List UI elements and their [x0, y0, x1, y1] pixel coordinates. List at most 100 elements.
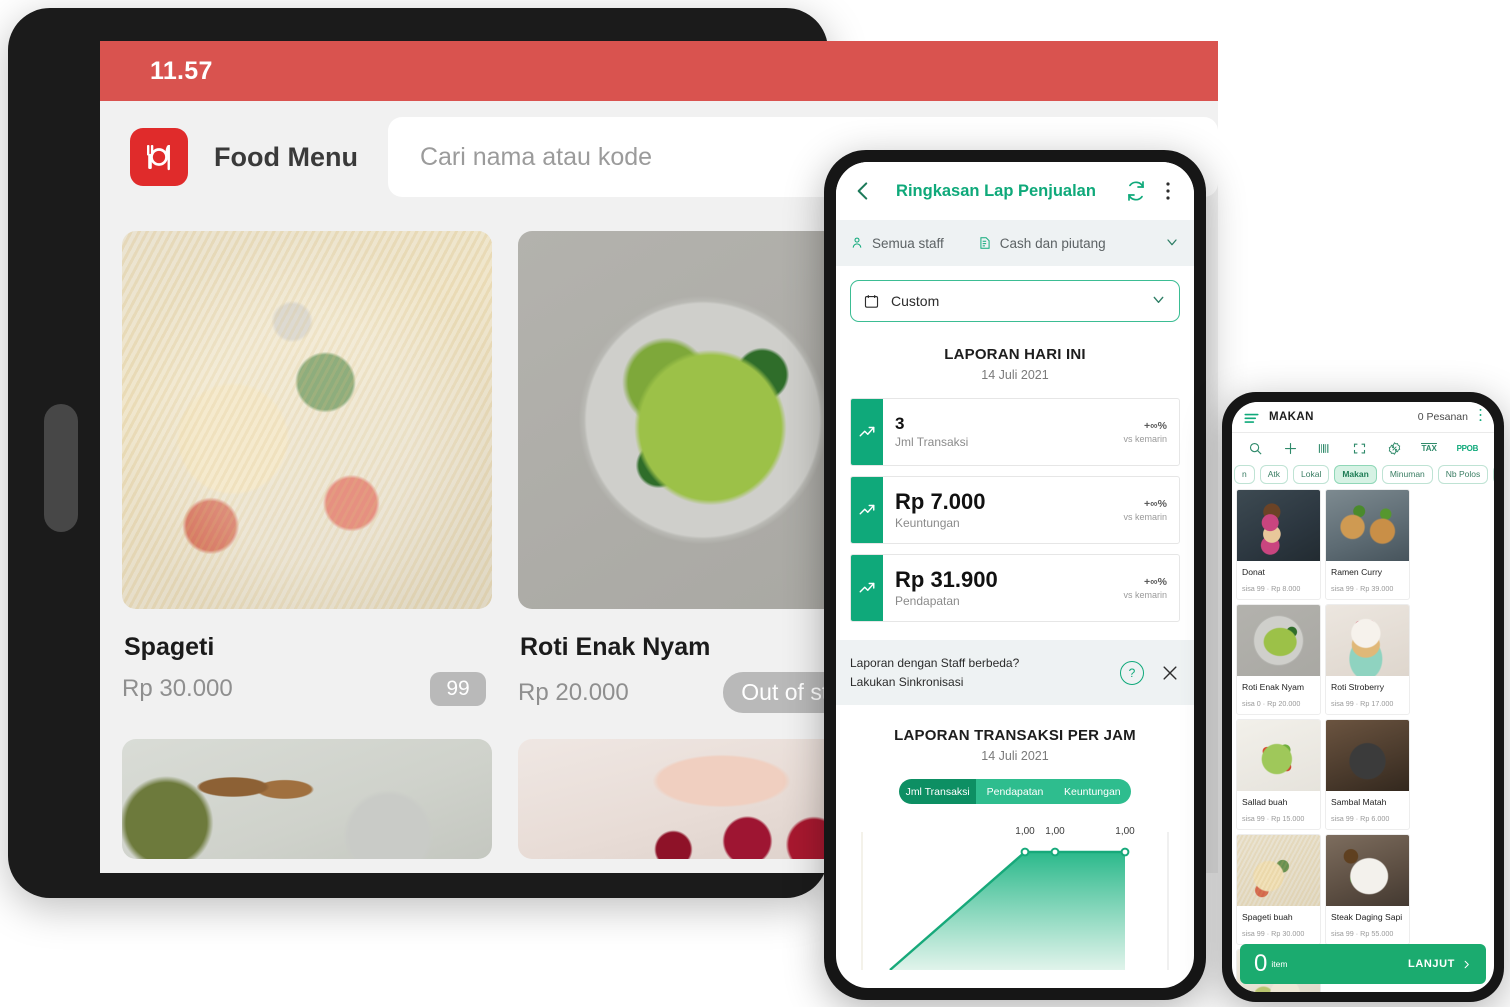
today-report-title: LAPORAN HARI INI: [944, 346, 1086, 363]
steak-photo: [1326, 835, 1409, 906]
search-placeholder: Cari nama atau kode: [419, 142, 653, 171]
tab-keuntungan[interactable]: Keuntungan: [1053, 779, 1131, 805]
product-price: Rp 8.000: [1271, 584, 1301, 593]
chart-svg: [861, 832, 1169, 971]
salad-photo: [1237, 720, 1320, 791]
status-time: 11.57: [150, 56, 213, 85]
kpi-value: 3: [895, 413, 905, 433]
category-chip[interactable]: Nb Polos: [1437, 464, 1489, 484]
kpi-label: Jml Transaksi: [895, 435, 969, 450]
continue-button[interactable]: LANJUT: [1408, 958, 1472, 970]
product-meta: sisa 99 · Rp 55.000: [1326, 922, 1409, 944]
chevron-down-icon[interactable]: [1150, 291, 1167, 311]
chart-point-label: 1,00: [1015, 826, 1035, 838]
product-stock: sisa 99 ·: [1242, 814, 1270, 823]
tab-jml-transaksi[interactable]: Jml Transaksi: [899, 779, 977, 805]
chart-point-label: 1,00: [1045, 826, 1065, 838]
trend-up-icon: [851, 477, 883, 543]
tablet-side-button[interactable]: [44, 404, 78, 532]
stock-badge: 99: [430, 672, 486, 706]
pos-product-card[interactable]: Spageti buah sisa 99 · Rp 30.000: [1236, 834, 1321, 945]
date-range-select[interactable]: Custom: [850, 280, 1180, 322]
kpi-card[interactable]: Rp 7.000 Keuntungan +∞% vs kemarin: [850, 476, 1180, 544]
trend-up-icon: [851, 399, 883, 465]
tablet-status-bar: 11.57: [100, 41, 1218, 101]
discount-icon[interactable]: [1387, 441, 1402, 456]
search-icon[interactable]: [1248, 441, 1263, 456]
kpi-card[interactable]: Rp 31.900 Pendapatan +∞% vs kemarin: [850, 554, 1180, 622]
report-filter-bar[interactable]: Semua staff Cash dan piutang: [836, 220, 1194, 266]
hamburger-menu-icon[interactable]: [1244, 411, 1259, 423]
product-name: Ramen Curry: [1331, 567, 1383, 577]
sambal-photo: [1326, 720, 1409, 791]
scan-icon[interactable]: [1352, 441, 1367, 456]
pos-product-card[interactable]: Roti Enak Nyam sisa 0 · Rp 20.000: [1236, 604, 1321, 715]
calendar-icon: [864, 294, 879, 308]
pos-product-card[interactable]: Donat sisa 99 · Rp 8.000: [1236, 489, 1321, 600]
chevron-left-icon[interactable]: [850, 178, 876, 204]
category-chip-makan[interactable]: Makan: [1334, 464, 1377, 484]
phone-center-screen: Ringkasan Lap Penjualan Semua staff Cash…: [836, 162, 1194, 988]
ppob-icon[interactable]: PPOB: [1457, 444, 1479, 453]
phone-right-device-frame: MAKAN 0 Pesanan TAX PPOB n Atk Lokal Mak…: [1222, 392, 1504, 1002]
pepper-mills-photo: [122, 739, 492, 859]
donut-photo: [1237, 490, 1320, 561]
cart-bottom-bar[interactable]: 0 item LANJUT: [1240, 944, 1486, 984]
tablet-product-card[interactable]: [122, 739, 492, 859]
product-stock: sisa 99 ·: [1331, 584, 1359, 593]
kpi-card[interactable]: 3 Jml Transaksi +∞% vs kemarin: [850, 398, 1180, 466]
product-price: Rp 20.000: [1267, 699, 1301, 708]
kebab-menu-icon[interactable]: [1156, 179, 1180, 203]
hourly-transactions-chart[interactable]: 1,00 1,00 1,00: [850, 820, 1180, 971]
chevron-right-icon: [1464, 960, 1469, 968]
chart-metric-tabs: Jml Transaksi Pendapatan Keuntungan: [899, 779, 1131, 805]
kpi-change: +∞%: [1144, 576, 1167, 588]
spaghetti-photo: [1237, 835, 1320, 906]
category-chip-row[interactable]: n Atk Lokal Makan Minuman Nb Polos Sepat…: [1232, 463, 1494, 485]
category-chip[interactable]: Atk: [1259, 464, 1289, 484]
product-meta: sisa 99 · Rp 30.000: [1237, 922, 1320, 944]
report-body: Custom LAPORAN HARI INI 14 Juli 2021 3 J…: [836, 266, 1194, 984]
tab-pendapatan[interactable]: Pendapatan: [976, 779, 1054, 805]
product-meta: sisa 99 · Rp 17.000: [1326, 692, 1409, 714]
product-stock: sisa 99 ·: [1331, 929, 1359, 938]
report-title: Ringkasan Lap Penjualan: [896, 181, 1096, 200]
refresh-icon[interactable]: [1124, 179, 1148, 203]
sync-notice-banner: Laporan dengan Staff berbeda? Lakukan Si…: [836, 640, 1194, 706]
pos-product-card[interactable]: Roti Stroberry sisa 99 · Rp 17.000: [1325, 604, 1410, 715]
tax-icon[interactable]: TAX: [1421, 443, 1437, 453]
pos-product-card[interactable]: Steak Daging Sapi sisa 99 · Rp 55.000: [1325, 834, 1410, 945]
category-chip[interactable]: n: [1234, 464, 1255, 484]
question-icon[interactable]: ?: [1120, 660, 1144, 685]
category-chip[interactable]: Sepatu Anak Import: [1493, 464, 1494, 484]
pos-product-card[interactable]: Sallad buah sisa 99 · Rp 15.000: [1236, 719, 1321, 830]
pos-product-card[interactable]: Sambal Matah sisa 99 · Rp 6.000: [1325, 719, 1410, 830]
product-stock: sisa 99 ·: [1242, 929, 1270, 938]
category-chip[interactable]: Lokal: [1293, 464, 1330, 484]
chevron-down-icon[interactable]: [1164, 234, 1180, 253]
product-price: Rp 20.000: [518, 678, 629, 706]
tablet-app-name: Food Menu: [214, 141, 358, 172]
product-stock: sisa 99 ·: [1331, 699, 1359, 708]
ramen-photo: [1326, 490, 1409, 561]
pos-product-grid: Donat sisa 99 · Rp 8.000 Ramen Curry sis…: [1232, 485, 1494, 992]
kpi-value: Rp 31.900: [895, 566, 998, 592]
product-price: Rp 30.000: [1271, 929, 1305, 938]
pos-product-card[interactable]: Ramen Curry sisa 99 · Rp 39.000: [1325, 489, 1410, 600]
cart-unit-label: item: [1271, 959, 1288, 969]
category-chip[interactable]: Minuman: [1381, 464, 1433, 484]
barcode-icon[interactable]: [1317, 441, 1332, 456]
hourly-report-date: 14 Juli 2021: [981, 749, 1049, 764]
avocado-toast-photo: [1237, 605, 1320, 676]
kebab-menu-icon[interactable]: [1478, 407, 1482, 428]
payment-filter[interactable]: Cash dan piutang: [978, 236, 1106, 251]
close-icon[interactable]: [1160, 663, 1180, 683]
product-price: Rp 17.000: [1360, 699, 1394, 708]
order-count: 0 Pesanan: [1417, 411, 1468, 423]
chart-area-fill: [890, 852, 1125, 971]
payment-filter-label: Cash dan piutang: [999, 235, 1106, 251]
plus-icon[interactable]: [1283, 441, 1298, 456]
staff-filter[interactable]: Semua staff: [850, 236, 944, 251]
product-price: Rp 30.000: [122, 675, 233, 702]
tablet-product-card[interactable]: Spageti Rp 30.000 99: [122, 231, 492, 713]
